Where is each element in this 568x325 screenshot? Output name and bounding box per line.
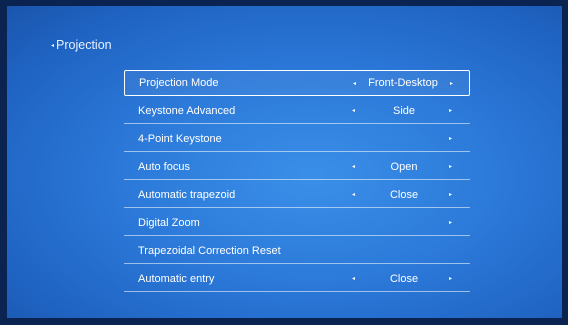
page-title[interactable]: ◂ Projection	[51, 38, 112, 52]
tv-frame: ◂ Projection Projection Mode ◂ Front-Des…	[0, 0, 568, 325]
menu-item-digital-zoom[interactable]: Digital Zoom ▸	[124, 210, 470, 236]
menu-item-auto-focus[interactable]: Auto focus ◂ Open ▸	[124, 154, 470, 180]
menu-item-4-point-keystone[interactable]: 4-Point Keystone ▸	[124, 126, 470, 152]
menu-item-label: Trapezoidal Correction Reset	[138, 244, 281, 257]
left-arrow-icon[interactable]: ◂	[352, 107, 355, 114]
menu-item-value: Front-Desktop	[368, 77, 438, 89]
left-arrow-icon[interactable]: ◂	[353, 80, 356, 87]
menu-item-value: Close	[389, 272, 419, 285]
menu-item-label: Keystone Advanced	[138, 104, 236, 117]
right-arrow-icon[interactable]: ▸	[449, 107, 452, 114]
menu-item-label: Digital Zoom	[138, 216, 200, 229]
right-arrow-icon[interactable]: ▸	[449, 163, 452, 170]
right-arrow-icon[interactable]: ▸	[449, 275, 452, 282]
page-title-label: Projection	[56, 38, 112, 52]
right-arrow-icon[interactable]: ▸	[449, 219, 452, 226]
menu-item-projection-mode[interactable]: Projection Mode ◂ Front-Desktop ▸	[124, 70, 470, 96]
right-arrow-icon[interactable]: ▸	[449, 191, 452, 198]
menu-item-keystone-advanced[interactable]: Keystone Advanced ◂ Side ▸	[124, 98, 470, 124]
settings-menu: Projection Mode ◂ Front-Desktop ▸ Keysto…	[124, 70, 470, 294]
right-arrow-icon[interactable]: ▸	[450, 80, 453, 87]
menu-item-label: Automatic entry	[138, 272, 215, 285]
left-arrow-icon[interactable]: ◂	[352, 163, 355, 170]
menu-item-automatic-trapezoid[interactable]: Automatic trapezoid ◂ Close ▸	[124, 182, 470, 208]
right-arrow-icon[interactable]: ▸	[449, 135, 452, 142]
menu-item-label: Auto focus	[138, 160, 190, 173]
menu-item-automatic-entry[interactable]: Automatic entry ◂ Close ▸	[124, 266, 470, 292]
menu-item-label: Automatic trapezoid	[138, 188, 236, 201]
menu-item-value: Side	[392, 104, 416, 117]
menu-item-trapezoidal-correction-reset[interactable]: Trapezoidal Correction Reset	[124, 238, 470, 264]
projection-settings-screen: ◂ Projection Projection Mode ◂ Front-Des…	[7, 6, 562, 318]
menu-item-value: Close	[389, 188, 419, 201]
back-arrow-icon[interactable]: ◂	[51, 42, 54, 49]
menu-item-label: Projection Mode	[139, 77, 219, 89]
left-arrow-icon[interactable]: ◂	[352, 191, 355, 198]
menu-item-label: 4-Point Keystone	[138, 132, 222, 145]
menu-item-value: Open	[390, 160, 418, 173]
left-arrow-icon[interactable]: ◂	[352, 275, 355, 282]
